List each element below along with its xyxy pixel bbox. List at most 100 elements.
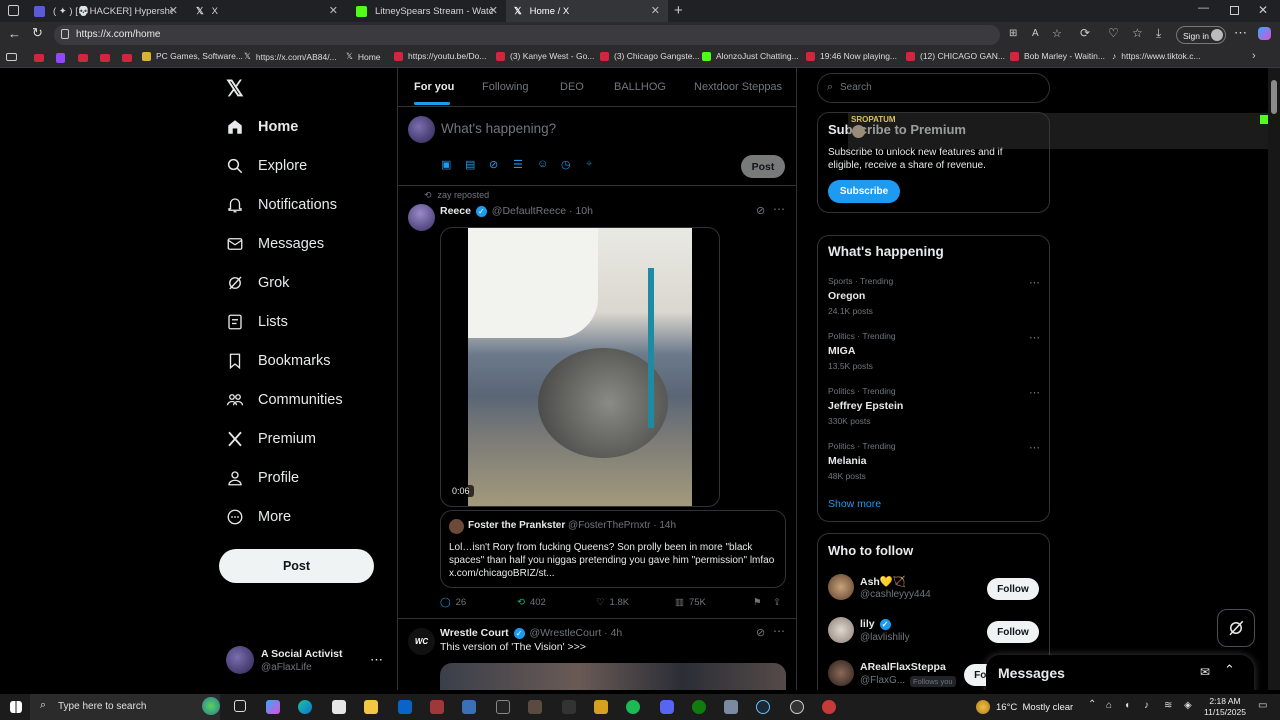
edge-icon[interactable] <box>298 700 312 714</box>
browser-essentials-icon[interactable]: ♡ <box>1108 26 1119 40</box>
schedule-icon[interactable]: ◷ <box>561 158 571 171</box>
post-button[interactable]: Post <box>219 549 374 583</box>
like-button[interactable]: ♡ 1.8K <box>596 597 629 608</box>
author-handle[interactable]: @WrestleCourt <box>530 627 602 639</box>
network-icon[interactable]: ⌂ <box>1106 700 1112 711</box>
nba2k-icon[interactable] <box>496 700 510 714</box>
bookmark-item[interactable]: (3) Kanye West - Go... <box>496 51 594 61</box>
file-explorer-icon[interactable] <box>364 700 378 714</box>
tab-ballhog[interactable]: BALLHOG <box>614 68 666 106</box>
tab-hypershot[interactable]: ( ✦ ) [💀HACKER] Hypershot - Ro ✕ <box>26 0 186 22</box>
app-icon[interactable] <box>790 700 804 714</box>
x-home-logo-icon[interactable]: 𝕏 <box>226 76 244 102</box>
tab-close-icon[interactable]: ✕ <box>651 4 660 17</box>
extensions-icon[interactable]: ⟳ <box>1080 26 1090 40</box>
nav-bookmarks[interactable]: Bookmarks <box>226 352 331 370</box>
search-input[interactable]: ⌕ Search <box>817 73 1050 103</box>
url-field[interactable]: https://x.com/home ⊞ A <box>54 25 1039 45</box>
notifications-icon[interactable]: ▭ <box>1258 700 1267 711</box>
tweet-more-icon[interactable]: ⋯ <box>773 624 785 638</box>
bookmark-item[interactable]: 𝕏https://x.com/AB84/... <box>244 51 337 62</box>
new-message-icon[interactable]: ✉ <box>1200 665 1210 679</box>
poll-icon[interactable]: ☰ <box>513 158 523 171</box>
site-info-icon[interactable] <box>61 29 69 39</box>
bookmark-item[interactable]: (3) Chicago Gangste... <box>600 51 700 61</box>
youtube-bookmark-icon[interactable] <box>34 54 44 62</box>
grok-explain-icon[interactable]: ⊘ <box>756 626 765 639</box>
bookmark-tweet-icon[interactable]: ⚑ <box>753 597 762 608</box>
tab-close-icon[interactable]: ✕ <box>169 4 178 17</box>
tab-deo[interactable]: DEO <box>560 68 584 106</box>
youtube-bookmark-icon[interactable] <box>100 54 110 62</box>
trend-item[interactable]: Politics · Trending Jeffrey Epstein 330K… <box>828 386 1040 426</box>
gif-icon[interactable]: ▤ <box>465 158 475 171</box>
share-icon[interactable]: ⇪ <box>773 597 781 608</box>
sidebar-toggle-icon[interactable] <box>6 53 17 61</box>
messages-drawer[interactable]: Messages ✉ ⌃ <box>986 655 1254 690</box>
scrollbar-track[interactable] <box>1268 68 1280 690</box>
reply-button[interactable]: ◯ 26 <box>440 597 466 608</box>
favorites-icon[interactable]: ☆ <box>1132 26 1143 40</box>
weather-icon[interactable] <box>976 700 990 714</box>
start-windows-icon[interactable] <box>10 701 22 713</box>
copilot-icon[interactable] <box>1258 27 1271 40</box>
game-app-icon[interactable] <box>430 700 444 714</box>
compose-post-button[interactable]: Post <box>741 155 785 178</box>
game-app-icon[interactable] <box>594 700 608 714</box>
twitch-bookmark-icon[interactable] <box>56 53 65 63</box>
install-app-icon[interactable]: ⊞ <box>1009 28 1017 39</box>
media-icon[interactable]: ▣ <box>441 158 451 171</box>
account-switcher[interactable]: A Social Activist @aFlaxLife ⋯ <box>226 646 386 680</box>
grok-explain-icon[interactable]: ⊘ <box>756 204 765 217</box>
nav-communities[interactable]: Communities <box>226 391 343 409</box>
nav-explore[interactable]: Explore <box>226 157 307 175</box>
copilot-app-icon[interactable] <box>266 700 280 714</box>
security-app-icon[interactable] <box>724 700 738 714</box>
subscribe-button[interactable]: Subscribe <box>828 180 900 203</box>
author-name[interactable]: Wrestle Court <box>440 627 509 639</box>
tab-nextdoor-steppas[interactable]: Nextdoor Steppas <box>694 68 782 106</box>
bookmark-item[interactable]: PC Games, Software... <box>142 51 243 61</box>
tab-close-icon[interactable]: ✕ <box>329 4 338 17</box>
bookmark-item[interactable]: (12) CHICAGO GAN... <box>906 51 1005 61</box>
mic-icon[interactable]: ◖ <box>1124 700 1130 711</box>
trend-more-icon[interactable]: ⋯ <box>1029 276 1040 289</box>
youtube-bookmark-icon[interactable] <box>78 54 88 62</box>
tweet-image[interactable] <box>440 663 786 690</box>
follow-button[interactable]: Follow <box>987 621 1039 643</box>
steam-icon[interactable] <box>756 700 770 714</box>
more-dots-icon[interactable]: ⋯ <box>370 652 383 668</box>
nav-profile[interactable]: Profile <box>226 469 299 487</box>
more-options-icon[interactable]: ⋯ <box>1234 25 1247 41</box>
minimize-icon[interactable]: — <box>1198 2 1209 14</box>
stream-overlay[interactable]: SROPATUM <box>848 113 1268 149</box>
volume-icon[interactable]: ♪ <box>1144 700 1149 711</box>
tab-x[interactable]: 𝕏 X ✕ <box>188 0 346 22</box>
tab-litney[interactable]: LitneySpears Stream - Watch Live ✕ <box>348 0 506 22</box>
scrollbar-thumb[interactable] <box>1271 80 1277 114</box>
avatar[interactable]: WC <box>408 628 435 655</box>
follow-suggestion[interactable]: Ash💛🏹 @cashleyyy444 Follow <box>828 574 1040 604</box>
tab-for-you[interactable]: For you <box>414 68 454 106</box>
game-app-icon[interactable] <box>562 700 576 714</box>
tweet-video[interactable]: 0:06 <box>440 227 720 507</box>
game-app-icon[interactable] <box>528 700 542 714</box>
wifi-icon[interactable]: ≋ <box>1164 700 1172 711</box>
xbox-icon[interactable] <box>692 700 706 714</box>
tray-overflow-icon[interactable]: ⌃ <box>1088 699 1096 710</box>
repost-button[interactable]: ⟲ 402 <box>517 597 546 608</box>
emoji-icon[interactable]: ☺ <box>537 158 548 170</box>
follow-button[interactable]: Follow <box>987 578 1039 600</box>
bookmark-item[interactable]: https://youtu.be/Do... <box>394 51 486 61</box>
nav-lists[interactable]: Lists <box>226 313 288 331</box>
trend-more-icon[interactable]: ⋯ <box>1029 331 1040 344</box>
nav-grok[interactable]: Grok <box>226 274 289 292</box>
spotify-icon[interactable] <box>626 700 640 714</box>
clock[interactable]: 2:18 AM 11/15/2025 <box>1202 696 1248 718</box>
bookmarks-overflow-icon[interactable]: › <box>1252 50 1256 62</box>
youtube-bookmark-icon[interactable] <box>122 54 132 62</box>
tab-close-icon[interactable]: ✕ <box>489 4 498 17</box>
bookmark-item[interactable]: 19:46 Now playing... <box>806 51 897 61</box>
outlook-icon[interactable] <box>398 700 412 714</box>
trend-item[interactable]: Sports · Trending Oregon 24.1K posts ⋯ <box>828 276 1040 316</box>
